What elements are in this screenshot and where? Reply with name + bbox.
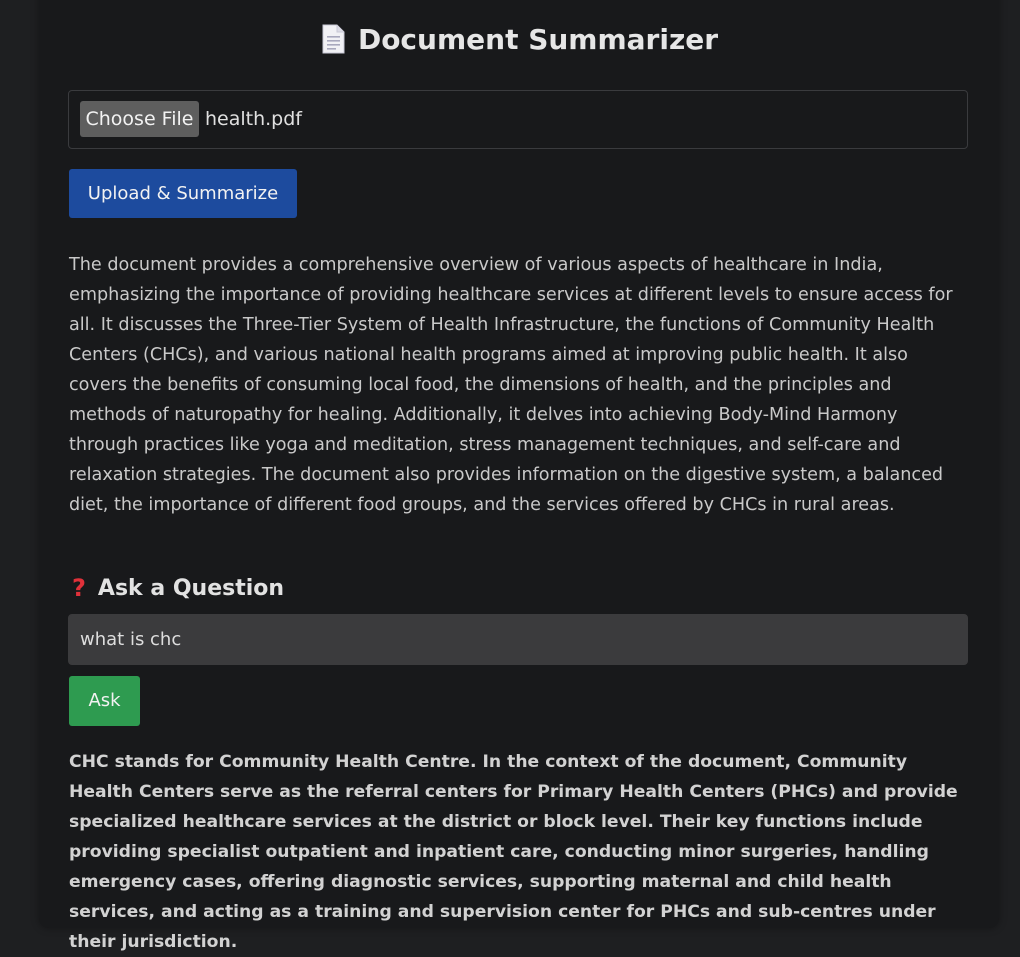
question-input[interactable]	[68, 614, 968, 665]
document-icon	[320, 24, 346, 65]
summary-text: The document provides a comprehensive ov…	[69, 255, 953, 515]
page-title-text: Document Summarizer	[357, 23, 719, 56]
upload-summarize-button[interactable]: Upload & Summarize	[69, 169, 297, 218]
ask-question-heading-text: Ask a Question	[97, 576, 285, 601]
answer-text: CHC stands for Community Health Centre. …	[69, 752, 958, 952]
choose-file-button[interactable]: Choose File	[80, 101, 199, 137]
main-card: Document Summarizer Choose File health.p…	[39, 0, 999, 952]
question-mark-icon: ?	[72, 574, 86, 602]
ask-button[interactable]: Ask	[69, 676, 140, 726]
file-input[interactable]: Choose File health.pdf	[68, 90, 968, 149]
ask-question-heading: ? Ask a Question	[72, 571, 284, 606]
page-title: Document Summarizer	[39, 20, 999, 65]
selected-file-name: health.pdf	[205, 108, 302, 130]
